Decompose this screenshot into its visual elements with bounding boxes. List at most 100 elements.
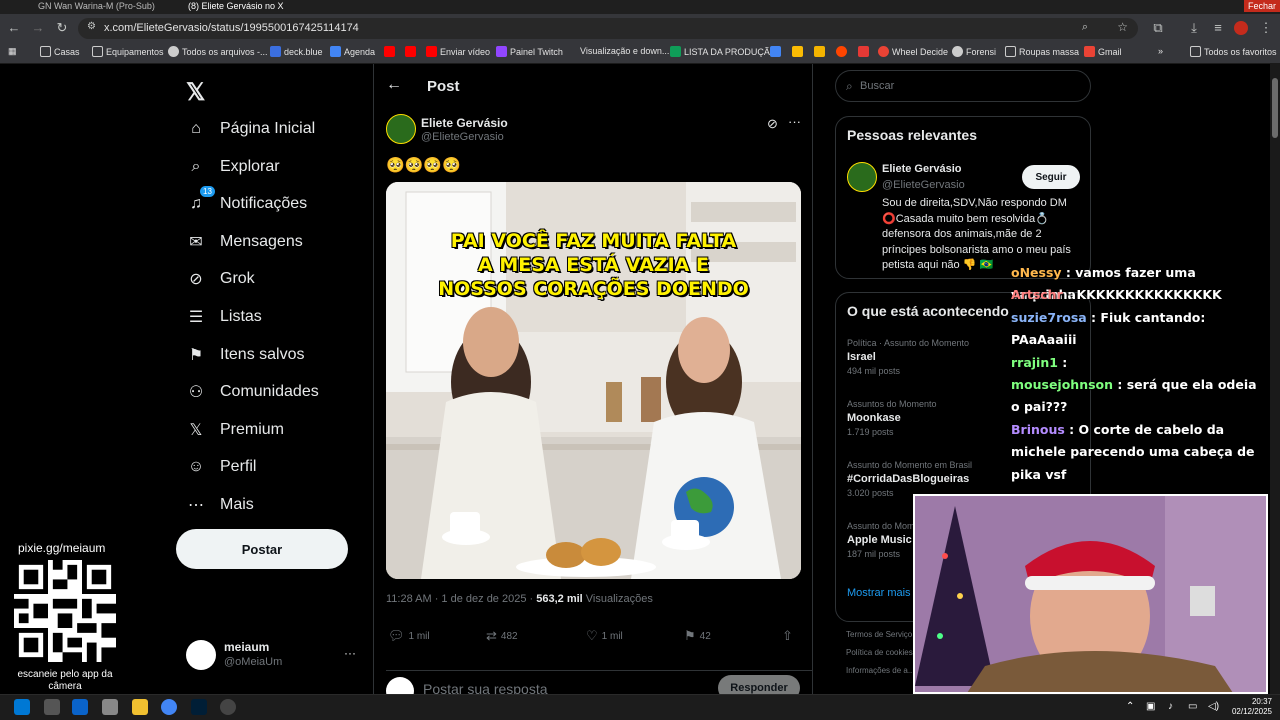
meme-caption-line: PAI VOCÊ FAZ MUITA FALTA <box>450 230 737 252</box>
more-icon[interactable]: ··· <box>344 646 356 660</box>
task-view-icon[interactable] <box>44 699 60 715</box>
bookmark-shortcut[interactable] <box>836 46 847 57</box>
display-icon[interactable]: ▭ <box>1188 701 1197 712</box>
back-arrow-icon[interactable]: ← <box>386 76 402 94</box>
youtube-bookmark[interactable] <box>405 46 416 57</box>
footer-link[interactable]: Termos de Serviço <box>846 630 912 639</box>
footer-link[interactable]: Informações de a... <box>846 666 914 675</box>
person-handle[interactable]: @ElieteGervasio <box>882 179 965 191</box>
post-button[interactable]: Postar <box>176 529 348 569</box>
post-image[interactable]: PAI VOCÊ FAZ MUITA FALTA A MESA ESTÁ VAZ… <box>386 182 801 579</box>
bookmark-item[interactable]: Agenda <box>330 46 375 57</box>
bookmark-item[interactable]: LISTA DA PRODUÇÃ... <box>670 46 777 57</box>
media-icon[interactable]: ≡ <box>1210 20 1226 36</box>
bookmark-item[interactable]: Casas <box>40 46 80 57</box>
start-icon[interactable] <box>14 699 30 715</box>
chat-separator: : <box>1086 309 1101 325</box>
bookmark-shortcut[interactable] <box>792 46 803 57</box>
nav-item-perfil[interactable]: ☺ Perfil <box>186 452 257 482</box>
follow-button[interactable]: Seguir <box>1022 165 1080 189</box>
chrome-icon[interactable] <box>161 699 177 715</box>
mic-icon[interactable]: ♪ <box>1168 701 1173 712</box>
author-name[interactable]: Eliete Gervásio <box>421 116 508 130</box>
like-button[interactable]: ♡ 1 mil <box>586 628 623 644</box>
close-window-button[interactable]: Fechar <box>1243 0 1280 12</box>
reload-icon[interactable]: ↻ <box>54 20 70 36</box>
star-icon[interactable]: ☆ <box>1117 20 1128 34</box>
bookmark-item[interactable]: Wheel Decide <box>878 46 948 57</box>
post-timestamp: 11:28 AM · 1 de dez de 2025 · 563,2 mil … <box>386 593 653 605</box>
reply-button[interactable]: 💬︎ 1 mil <box>388 628 430 644</box>
menu-icon[interactable]: ⋮ <box>1258 20 1274 36</box>
nav-item-itens-salvos[interactable]: ⚑ Itens salvos <box>186 340 305 370</box>
share-button[interactable]: ⇧ <box>782 628 793 644</box>
browser-tab[interactable]: GN Wan Warina-M (Pro-Sub) <box>30 0 170 14</box>
nav-item-mensagens[interactable]: ✉ Mensagens <box>186 227 302 257</box>
tray-chevron-icon[interactable]: ⌃ <box>1126 701 1134 712</box>
photoshop-icon[interactable] <box>191 699 207 715</box>
app-icon[interactable] <box>102 699 118 715</box>
nav-item-p-gina-inicial[interactable]: ⌂ Página Inicial <box>186 114 315 144</box>
apps-icon[interactable]: ▦ <box>8 46 17 57</box>
nav-item-grok[interactable]: ⊘ Grok <box>186 264 254 294</box>
page-scrollbar[interactable] <box>1270 64 1280 694</box>
bookmark-item[interactable]: Todos os arquivos -... <box>168 46 268 57</box>
nav-item-label: Comunidades <box>220 383 319 401</box>
profile-icon[interactable] <box>1234 21 1248 35</box>
x-logo-icon[interactable]: 𝕏 <box>186 78 205 107</box>
nav-item-explorar[interactable]: ⌕ Explorar <box>186 152 280 182</box>
author-handle[interactable]: @ElieteGervasio <box>421 131 504 143</box>
nav-item-label: Listas <box>220 308 262 325</box>
bookmark-shortcut[interactable] <box>814 46 825 57</box>
bookmark-item[interactable]: Visualização e down... <box>580 46 669 56</box>
bookmark-item[interactable]: deck.blue <box>270 46 323 57</box>
bookmark-item[interactable]: Todos os favoritos <box>1190 46 1277 57</box>
address-bar[interactable]: ⚙ x.com/ElieteGervasio/status/1995500167… <box>78 18 1138 39</box>
volume-icon[interactable]: ◁) <box>1208 701 1219 712</box>
network-icon[interactable]: ▣ <box>1146 701 1155 712</box>
footer-link[interactable]: Política de cookies <box>846 648 913 657</box>
globe-icon <box>952 46 963 57</box>
nav-item-comunidades[interactable]: ⚇ Comunidades <box>186 377 319 407</box>
views-label: Visualizações <box>585 593 653 605</box>
obs-icon[interactable] <box>220 699 236 715</box>
browser-tab-active[interactable]: (8) Eliete Gervásio no X <box>180 0 350 14</box>
youtube-bookmark[interactable] <box>384 46 395 57</box>
person-name[interactable]: Eliete Gervásio <box>882 163 962 175</box>
bookmark-item[interactable]: Gmail <box>1084 46 1122 57</box>
bookmark-item[interactable]: Roupas massa <box>1005 46 1079 57</box>
post-time[interactable]: 11:28 AM · 1 de dez de 2025 · <box>386 593 533 605</box>
bookmark-label: Forensi <box>966 46 997 57</box>
bookmark-item[interactable]: Forensi <box>952 46 996 57</box>
repost-button[interactable]: ⇄ 482 <box>486 628 518 644</box>
avatar[interactable] <box>847 162 877 192</box>
download-icon[interactable]: ⤓ <box>1186 20 1202 36</box>
bookmark-button[interactable]: ⚑ 42 <box>684 628 711 644</box>
folder-icon[interactable] <box>132 699 148 715</box>
nav-item-listas[interactable]: ☰ Listas <box>186 302 262 332</box>
nav-item-premium[interactable]: 𝕏 Premium <box>186 415 284 445</box>
bookmark-shortcut[interactable] <box>770 46 781 57</box>
scrollbar-thumb[interactable] <box>1272 78 1278 138</box>
zoom-icon[interactable]: ⌕ <box>1082 21 1088 34</box>
bookmark-item[interactable]: Equipamentos <box>92 46 164 57</box>
bookmark-item[interactable]: Enviar vídeo <box>426 46 490 57</box>
chat-message: suzie7rosa : Fiuk cantando: <box>1011 307 1261 329</box>
show-more-link[interactable]: Mostrar mais <box>847 587 911 599</box>
bookmark-shortcut[interactable] <box>858 46 869 57</box>
bookmark-item[interactable]: Painel Twitch <box>496 46 563 57</box>
taskbar-clock[interactable]: 20:37 02/12/2025 <box>1228 697 1272 717</box>
nav-item-notifica-es[interactable]: ♫ 13 Notificações <box>186 186 307 219</box>
more-bookmarks-icon[interactable]: » <box>1158 46 1163 56</box>
site-info-icon[interactable]: ⚙ <box>87 21 96 32</box>
back-icon[interactable]: ← <box>6 20 22 36</box>
author-avatar[interactable] <box>386 114 416 144</box>
nav-item-mais[interactable]: ⋯ Mais <box>186 490 254 520</box>
more-icon[interactable]: ··· <box>788 114 801 129</box>
account-switcher[interactable]: meiaum @oMeiaUm ··· <box>186 638 361 672</box>
grok-icon[interactable]: ⊘ <box>767 116 778 132</box>
forward-icon[interactable]: → <box>30 20 46 36</box>
search-input[interactable]: ⌕ Buscar <box>835 70 1091 102</box>
outlook-icon[interactable] <box>72 699 88 715</box>
extensions-icon[interactable]: ⧉ <box>1150 20 1166 36</box>
